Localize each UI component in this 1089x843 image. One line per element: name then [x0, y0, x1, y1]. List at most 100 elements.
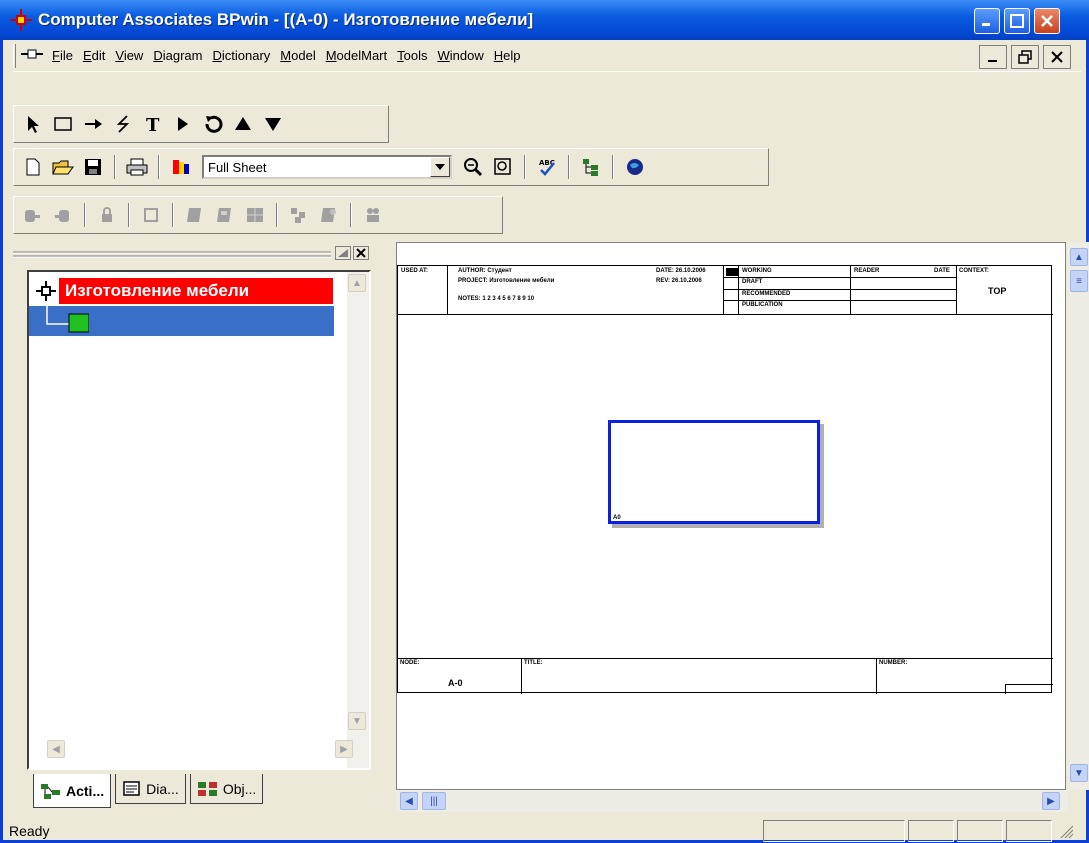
- notes-label: NOTES: 1 2 3 4 5 6 7 8 9 10: [458, 296, 535, 302]
- tree-root-label: Изготовление мебели: [65, 281, 250, 300]
- tree-root-item[interactable]: Изготовление мебели: [33, 278, 333, 304]
- tree-scroll-left-icon[interactable]: ◀: [47, 740, 65, 758]
- canvas-scroll-right-icon[interactable]: ▶: [1042, 792, 1060, 810]
- tree-child-item[interactable]: [29, 306, 334, 336]
- canvas-scroll-left-icon[interactable]: ◀: [400, 792, 418, 810]
- used-at-label: USED AT:: [401, 268, 428, 274]
- zoom-icon[interactable]: [459, 153, 487, 181]
- menu-window[interactable]: Window: [432, 48, 488, 63]
- arrow-tool-icon[interactable]: [79, 110, 107, 138]
- menu-model[interactable]: Model: [275, 48, 320, 63]
- activity-tree[interactable]: Изготовление мебели ▲ ▼ ◀ ▶: [27, 270, 371, 770]
- chevron-down-icon[interactable]: [430, 157, 450, 177]
- mdi-minimize-button[interactable]: [979, 45, 1007, 69]
- go-to-sibling-icon[interactable]: [169, 110, 197, 138]
- mm-open-icon[interactable]: [181, 201, 209, 229]
- menu-view[interactable]: View: [110, 48, 148, 63]
- tree-scroll-right-icon[interactable]: ▶: [335, 740, 353, 758]
- open-folder-icon[interactable]: [49, 153, 77, 181]
- tree-scroll-up-icon[interactable]: ▲: [348, 274, 366, 292]
- mm-people-icon[interactable]: [359, 201, 387, 229]
- maximize-button[interactable]: [1004, 8, 1030, 34]
- title-label: TITLE:: [524, 660, 543, 666]
- model-explorer-icon[interactable]: [577, 153, 605, 181]
- activity-context-icon: [33, 278, 59, 304]
- canvas-horizontal-scrollbar[interactable]: ◀ ||| ▶: [396, 790, 1068, 812]
- document-icon[interactable]: [21, 47, 43, 64]
- mm-security-icon[interactable]: [315, 201, 343, 229]
- mdi-restore-button[interactable]: [1011, 45, 1039, 69]
- go-to-parent-icon[interactable]: [229, 110, 257, 138]
- canvas-scroll-down-icon[interactable]: ▼: [1070, 764, 1088, 782]
- tab-activities-label: Acti...: [66, 782, 105, 799]
- explorer-header: [13, 246, 387, 262]
- text-tool-icon[interactable]: T: [139, 110, 167, 138]
- explorer-restore-icon[interactable]: [335, 246, 351, 260]
- print-icon[interactable]: [123, 153, 151, 181]
- menu-file[interactable]: File: [47, 48, 78, 63]
- menu-diagram[interactable]: Diagram: [148, 48, 207, 63]
- tab-diagrams[interactable]: Dia...: [115, 774, 186, 804]
- toolbar-separator: [276, 203, 278, 227]
- canvas-scroll-up-icon[interactable]: ▲: [1070, 248, 1088, 266]
- activity-box-tool-icon[interactable]: [49, 110, 77, 138]
- toolbar-separator: [84, 203, 86, 227]
- explorer-tabs: Acti... Dia... Obj...: [33, 774, 267, 808]
- working-label: WORKING: [742, 268, 772, 274]
- tab-objects[interactable]: Obj...: [189, 774, 264, 804]
- undo-diagram-icon[interactable]: [199, 110, 227, 138]
- tree-vertical-scrollbar[interactable]: ▲ ▼ ◀ ▶: [47, 272, 369, 768]
- title-bar[interactable]: Computer Associates BPwin - [(A-0) - Изг…: [0, 0, 1089, 40]
- diagram-canvas[interactable]: USED AT: AUTHOR: Студент PROJECT: Изгото…: [396, 242, 1066, 790]
- zoom-fit-icon[interactable]: [489, 153, 517, 181]
- menu-help[interactable]: Help: [489, 48, 526, 63]
- diagrams-tab-icon: [123, 780, 140, 796]
- mm-save-icon[interactable]: [211, 201, 239, 229]
- minimize-button[interactable]: [974, 8, 1000, 34]
- new-icon[interactable]: [19, 153, 47, 181]
- mm-grid-icon[interactable]: [241, 201, 269, 229]
- save-icon[interactable]: [79, 153, 107, 181]
- zoom-select[interactable]: Full Sheet: [202, 155, 452, 179]
- menu-edit[interactable]: Edit: [78, 48, 110, 63]
- mdi-close-button[interactable]: [1043, 45, 1071, 69]
- drawing-toolbar: T: [13, 105, 389, 143]
- tab-activities[interactable]: Acti...: [33, 774, 112, 808]
- toolbar-separator: [568, 155, 570, 179]
- activity-box[interactable]: A0: [608, 420, 820, 524]
- svg-text:T: T: [146, 115, 160, 134]
- pointer-tool-icon[interactable]: [19, 110, 47, 138]
- number-label: NUMBER:: [879, 660, 908, 666]
- menu-bar: File Edit View Diagram Dictionary Model …: [13, 40, 1081, 72]
- report-globe-icon[interactable]: [621, 153, 649, 181]
- tree-scroll-down-icon[interactable]: ▼: [348, 712, 366, 730]
- bpwin-app-icon[interactable]: [10, 9, 32, 31]
- status-pane: [908, 819, 954, 842]
- canvas-vertical-scrollbar[interactable]: ▲ ≡ ▼: [1068, 242, 1089, 790]
- menu-dictionary[interactable]: Dictionary: [207, 48, 275, 63]
- resize-grip-icon[interactable]: [1055, 820, 1075, 842]
- close-button[interactable]: [1034, 8, 1060, 34]
- status-pane: [957, 819, 1003, 842]
- canvas-vscroll-thumb[interactable]: ≡: [1070, 270, 1088, 292]
- recommended-label: RECOMMENDED: [742, 291, 791, 297]
- publication-label: PUBLICATION: [742, 302, 783, 308]
- mm-library-icon[interactable]: [137, 201, 165, 229]
- toolbar-separator: [524, 155, 526, 179]
- color-palette-icon[interactable]: [167, 153, 195, 181]
- spell-check-icon[interactable]: ABC: [533, 153, 561, 181]
- menubar-grip[interactable]: [13, 43, 16, 68]
- mm-disconnect-icon[interactable]: [49, 201, 77, 229]
- explorer-close-icon[interactable]: [353, 246, 369, 260]
- go-to-child-icon[interactable]: [259, 110, 287, 138]
- tree-connector-icon: [46, 306, 89, 333]
- mm-connect-icon[interactable]: [19, 201, 47, 229]
- mm-lock-icon[interactable]: [93, 201, 121, 229]
- menu-tools[interactable]: Tools: [392, 48, 432, 63]
- menu-modelmart[interactable]: ModelMart: [321, 48, 392, 63]
- mm-users-icon[interactable]: [285, 201, 313, 229]
- modelmart-toolbar: [13, 196, 503, 234]
- canvas-hscroll-thumb[interactable]: |||: [422, 792, 446, 810]
- squiggle-tool-icon[interactable]: [109, 110, 137, 138]
- reader-date-label: DATE: [934, 268, 950, 274]
